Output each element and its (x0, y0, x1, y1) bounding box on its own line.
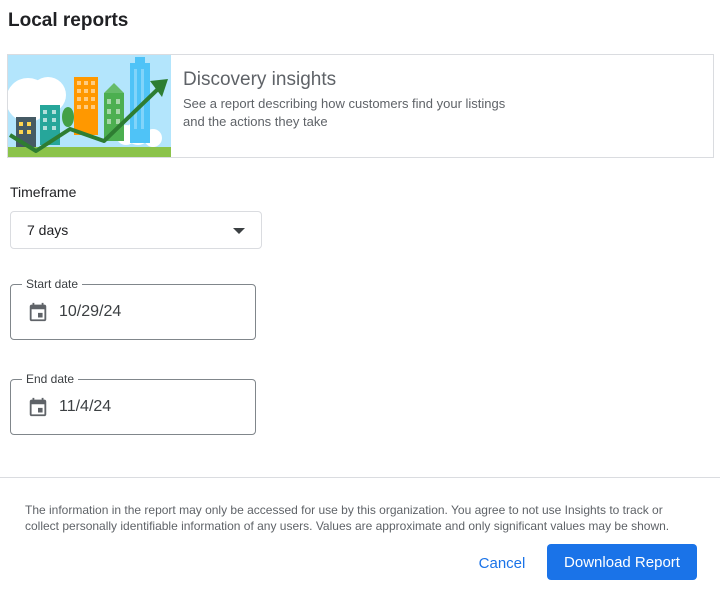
discovery-insights-illustration (8, 55, 171, 157)
dropdown-arrow-icon (233, 228, 245, 234)
disclaimer-text: The information in the report may only b… (25, 503, 670, 533)
banner-description: See a report describing how customers fi… (183, 96, 506, 129)
cancel-button[interactable]: Cancel (466, 545, 538, 581)
calendar-icon[interactable] (27, 301, 49, 323)
page-title: Local reports (8, 10, 129, 31)
start-date-value: 10/29/24 (59, 303, 122, 320)
banner-title: Discovery insights (183, 69, 337, 90)
start-date-label: Start date (22, 277, 83, 291)
discovery-insights-banner[interactable]: Discovery insights See a report describi… (7, 54, 714, 158)
start-date-field[interactable]: Start date 10/29/24 (10, 277, 256, 340)
calendar-icon[interactable] (27, 396, 49, 418)
end-date-label: End date (22, 372, 79, 386)
end-date-value: 11/4/24 (59, 398, 112, 415)
footer-divider (0, 477, 720, 478)
timeframe-label: Timeframe (10, 184, 77, 200)
end-date-field[interactable]: End date 11/4/24 (10, 372, 256, 435)
download-report-button[interactable]: Download Report (547, 544, 697, 580)
timeframe-select[interactable]: 7 days (10, 211, 262, 249)
timeframe-selected-value: 7 days (27, 222, 69, 238)
